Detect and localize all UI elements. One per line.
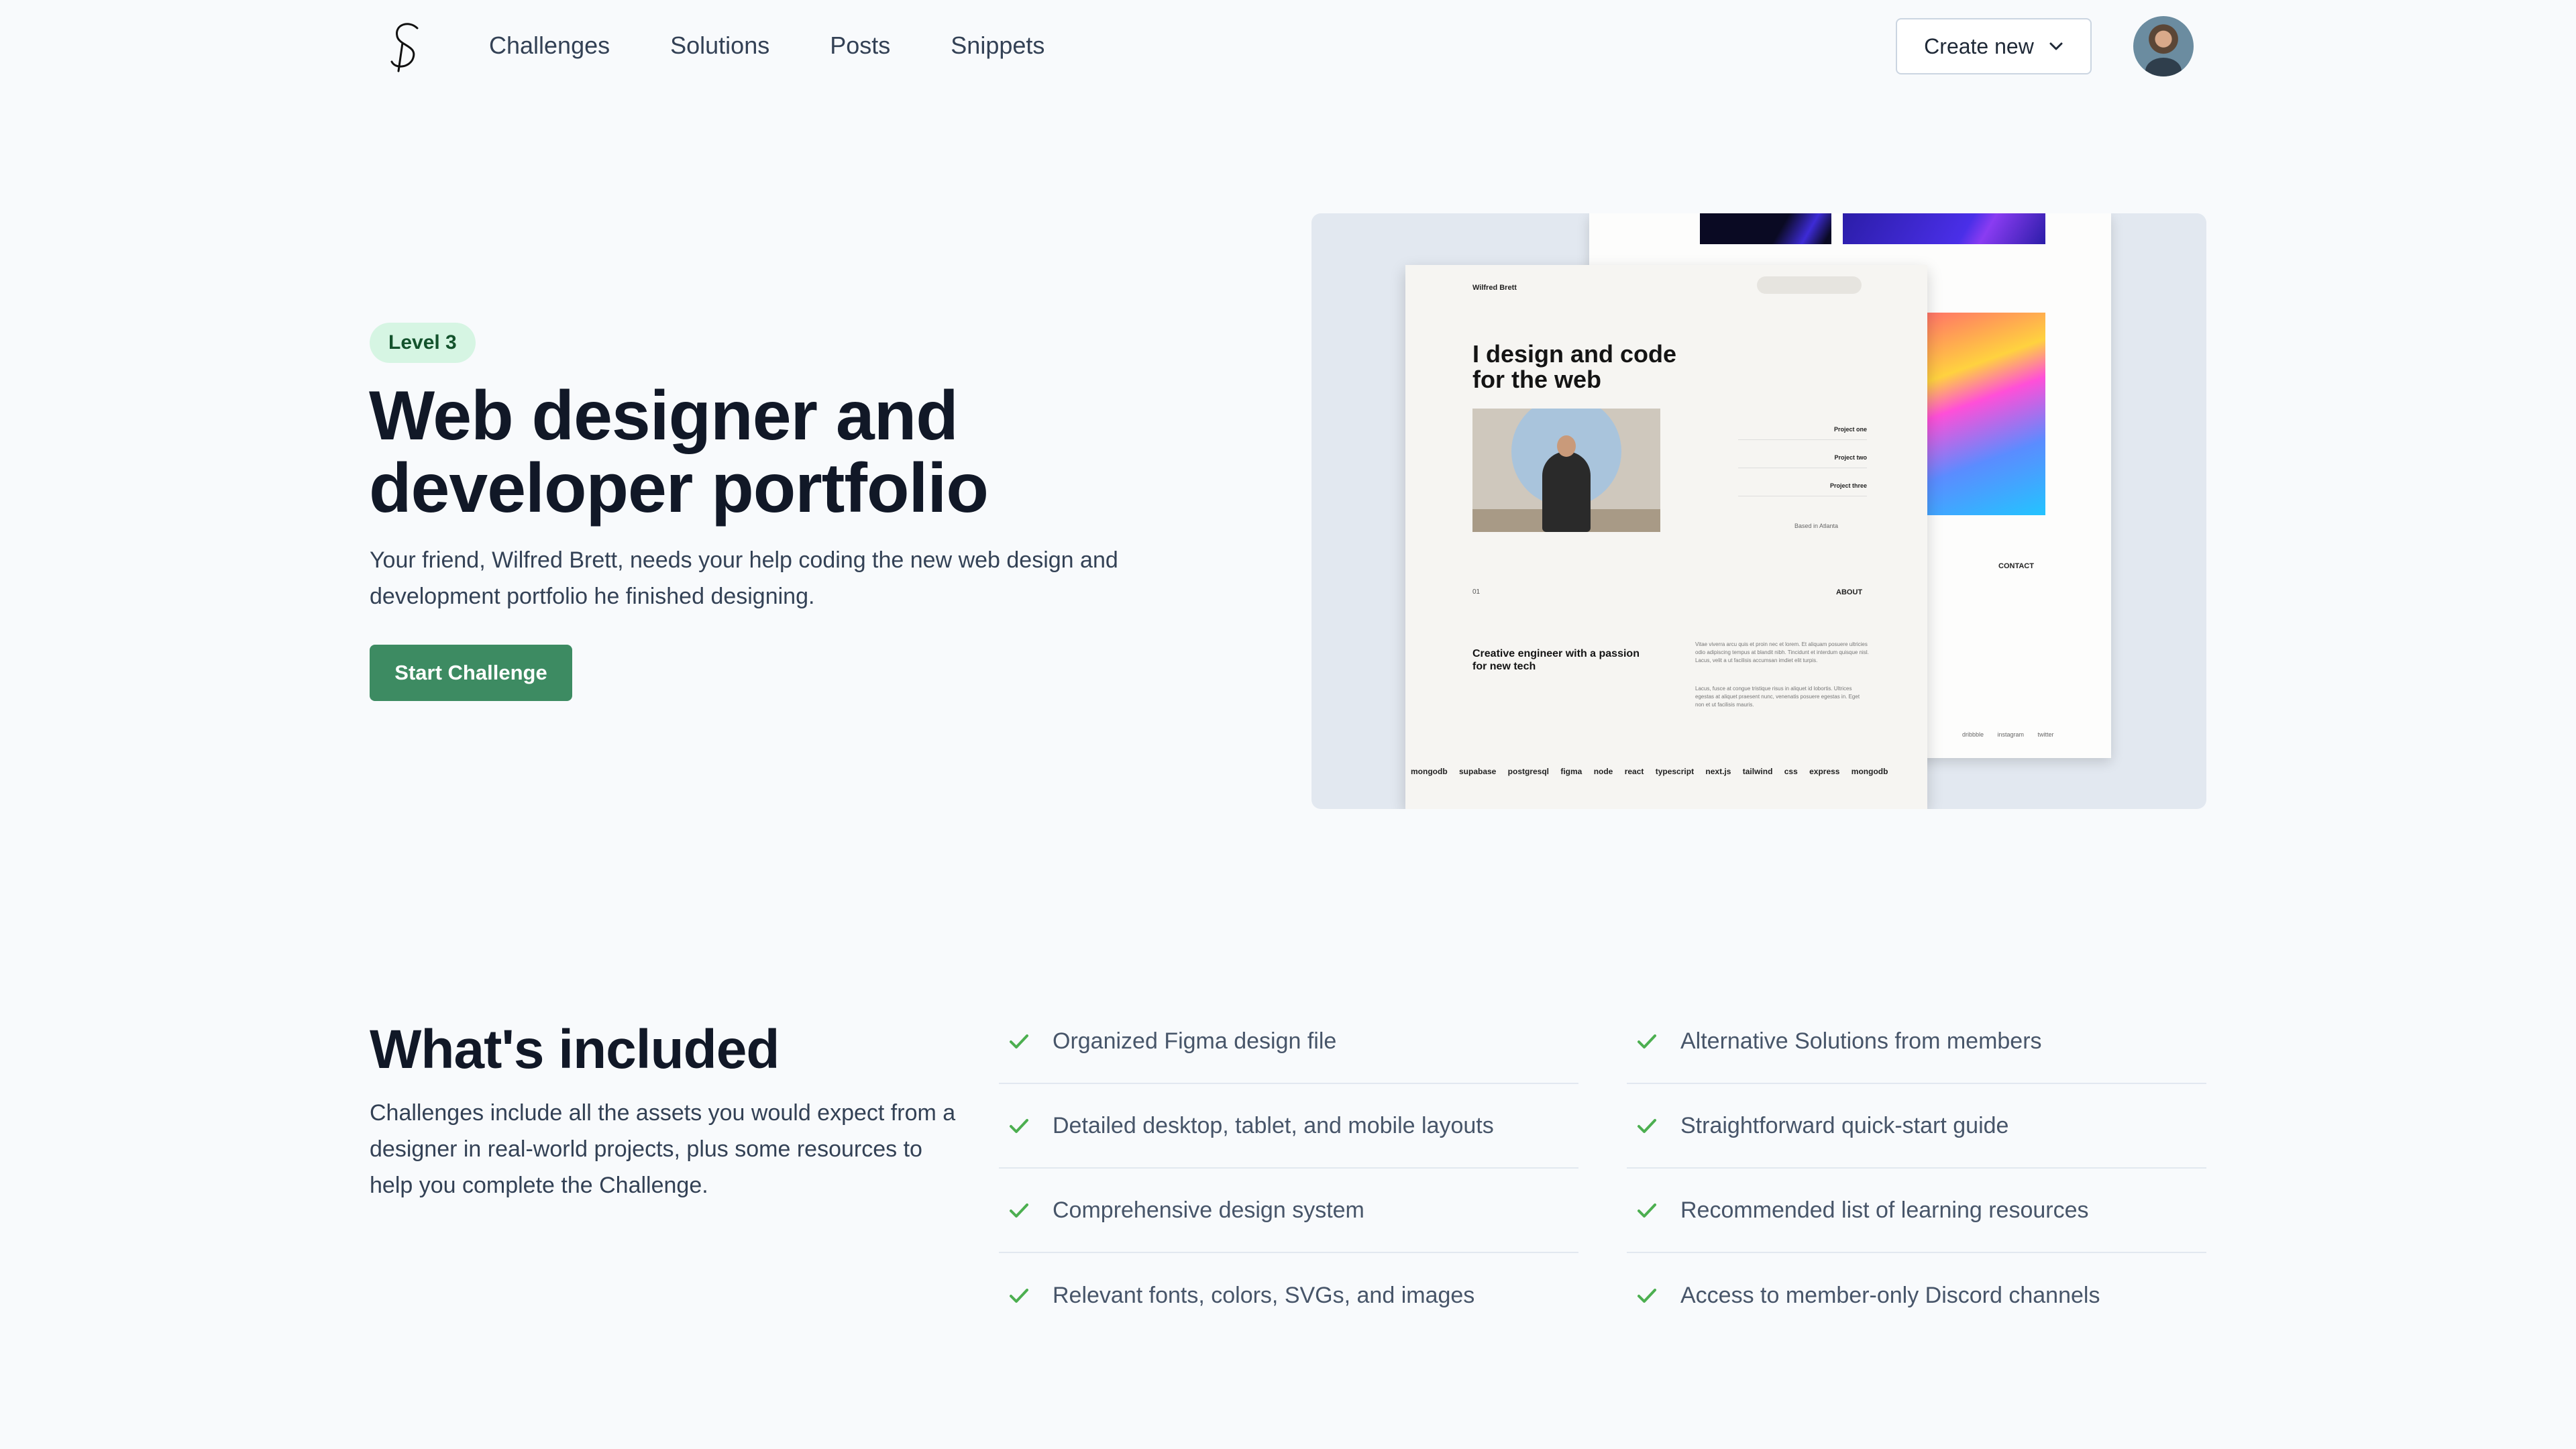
preview-purple-image <box>1843 213 2045 244</box>
check-icon <box>1638 1034 1656 1049</box>
preview-location: Based in Atlanta <box>1794 523 1839 529</box>
design-preview-image: CONTACT n dribbble instagram twitter Wil… <box>1311 213 2206 809</box>
feature-label: Relevant fonts, colors, SVGs, and images <box>1053 1282 1475 1308</box>
preview-nav-pill <box>1757 276 1862 294</box>
preview-portrait-photo <box>1472 409 1660 532</box>
feature-item: Straightforward quick-start guide <box>1627 1084 2206 1169</box>
feature-item: Detailed desktop, tablet, and mobile lay… <box>999 1084 1578 1169</box>
nav-snippets[interactable]: Snippets <box>951 31 1044 60</box>
preview-subheading: Creative engineer with a passion for new… <box>1472 648 1640 672</box>
create-new-label: Create new <box>1924 34 2034 58</box>
feature-item: Access to member-only Discord channels <box>1627 1253 2206 1338</box>
feature-label: Access to member-only Discord channels <box>1680 1282 2100 1308</box>
feature-label: Straightforward quick-start guide <box>1680 1112 2009 1138</box>
preview-front-page: Wilfred Brett I design and code for the … <box>1405 265 1927 809</box>
preview-dark-image <box>1700 213 1831 244</box>
preview-headline: I design and code for the web <box>1472 340 1677 393</box>
feature-item: Alternative Solutions from members <box>1627 1000 2206 1084</box>
start-challenge-button[interactable]: Start Challenge <box>370 645 572 701</box>
check-icon <box>1010 1203 1028 1218</box>
challenge-description: Your friend, Wilfred Brett, needs your h… <box>370 547 1118 609</box>
feature-item: Relevant fonts, colors, SVGs, and images <box>999 1253 1578 1338</box>
feature-item: Recommended list of learning resources <box>1627 1169 2206 1253</box>
nav-challenges[interactable]: Challenges <box>489 31 610 60</box>
feature-label: Organized Figma design file <box>1053 1028 1337 1054</box>
feature-label: Recommended list of learning resources <box>1680 1197 2089 1223</box>
preview-marker: 01 <box>1472 588 1481 596</box>
preview-paragraph: Vitae viverra arcu quis et proin nec et … <box>1695 641 1869 663</box>
chevron-down-icon <box>2049 42 2063 50</box>
check-icon <box>1010 1289 1028 1303</box>
preview-about-label: ABOUT <box>1836 588 1863 596</box>
feature-item: Comprehensive design system <box>999 1169 1578 1253</box>
check-icon <box>1638 1289 1656 1303</box>
check-icon <box>1638 1203 1656 1218</box>
check-icon <box>1010 1034 1028 1049</box>
feature-label: Alternative Solutions from members <box>1680 1028 2042 1054</box>
preview-project-item: Project one <box>1738 426 1867 440</box>
create-new-button[interactable]: Create new <box>1896 18 2092 74</box>
included-description: Challenges include all the assets you wo… <box>370 1100 956 1198</box>
preview-paragraph: Lacus, fusce at congue tristique risus i… <box>1695 686 1860 708</box>
challenge-title: Web designer and developer portfolio <box>369 377 989 527</box>
included-title: What's included <box>370 1019 780 1080</box>
nav-posts[interactable]: Posts <box>830 31 890 60</box>
preview-project-item: Project two <box>1738 454 1867 468</box>
nav-solutions[interactable]: Solutions <box>670 31 769 60</box>
preview-tech-list: mongodb supabase postgresql figma node r… <box>1411 767 1888 776</box>
check-icon <box>1010 1119 1028 1133</box>
main-nav: Challenges Solutions Posts Snippets <box>489 31 1044 60</box>
site-logo[interactable] <box>382 19 429 72</box>
feature-item: Organized Figma design file <box>999 1000 1578 1084</box>
preview-site-name: Wilfred Brett <box>1472 284 1517 292</box>
features-list-left: Organized Figma design file Detailed des… <box>999 1000 1578 1338</box>
preview-gradient-image <box>1910 313 2045 515</box>
level-badge: Level 3 <box>370 323 476 363</box>
user-avatar[interactable] <box>2133 16 2194 76</box>
feature-label: Comprehensive design system <box>1053 1197 1364 1223</box>
preview-project-item: Project three <box>1738 482 1867 496</box>
feature-label: Detailed desktop, tablet, and mobile lay… <box>1053 1112 1494 1138</box>
check-icon <box>1638 1119 1656 1133</box>
preview-contact-label: CONTACT <box>1998 562 2034 570</box>
preview-footer-links: dribbble instagram twitter <box>1962 731 2054 738</box>
features-list-right: Alternative Solutions from members Strai… <box>1627 1000 2206 1338</box>
